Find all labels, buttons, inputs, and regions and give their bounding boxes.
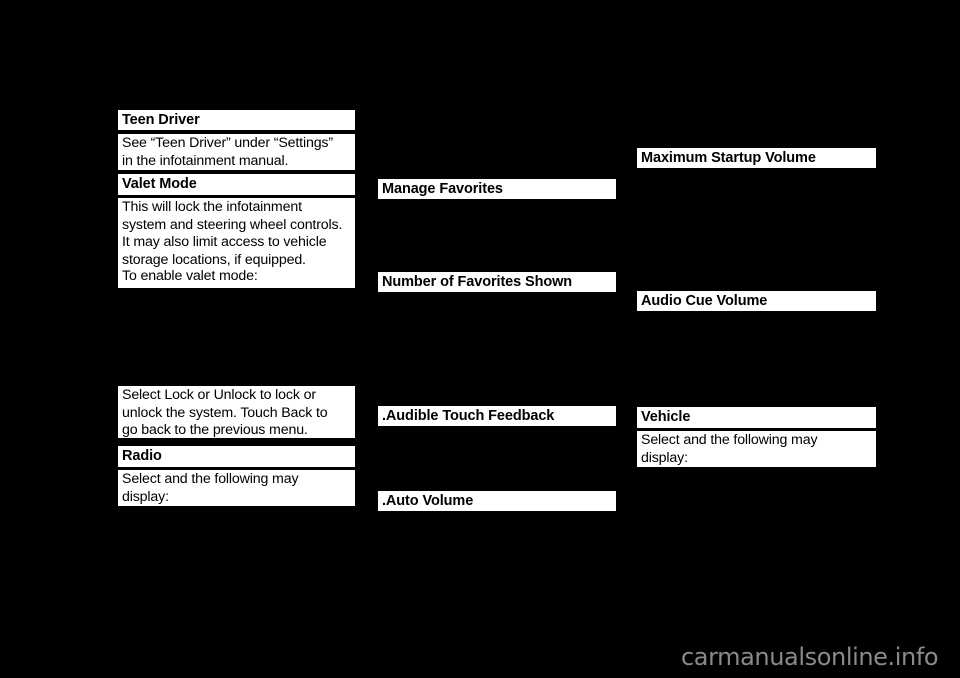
maximum-startup-volume-heading: Maximum Startup Volume: [637, 148, 876, 168]
vehicle-heading: Vehicle: [637, 407, 876, 428]
manual-page: Teen Driver See “Teen Driver” under “Set…: [0, 0, 960, 678]
number-of-favorites-shown-heading: Number of Favorites Shown: [378, 272, 616, 292]
audio-cue-volume-heading: Audio Cue Volume: [637, 291, 876, 311]
vehicle-body: Select and the following may display:: [637, 431, 876, 467]
lock-unlock-body: Select Lock or Unlock to lock or unlock …: [118, 386, 355, 438]
manage-favorites-heading: Manage Favorites: [378, 179, 616, 199]
enable-valet-mode-text: To enable valet mode:: [118, 267, 355, 288]
site-watermark: carmanualsonline.info: [681, 643, 939, 671]
teen-driver-body: See “Teen Driver” under “Settings” in th…: [118, 134, 355, 170]
audible-touch-feedback-heading: .Audible Touch Feedback: [378, 406, 616, 426]
auto-volume-heading: .Auto Volume: [378, 491, 616, 511]
teen-driver-heading: Teen Driver: [118, 110, 355, 130]
radio-body: Select and the following may display:: [118, 470, 355, 506]
valet-mode-body: This will lock the infotainment system a…: [118, 198, 355, 268]
valet-mode-heading: Valet Mode: [118, 174, 355, 195]
radio-heading: Radio: [118, 446, 355, 467]
